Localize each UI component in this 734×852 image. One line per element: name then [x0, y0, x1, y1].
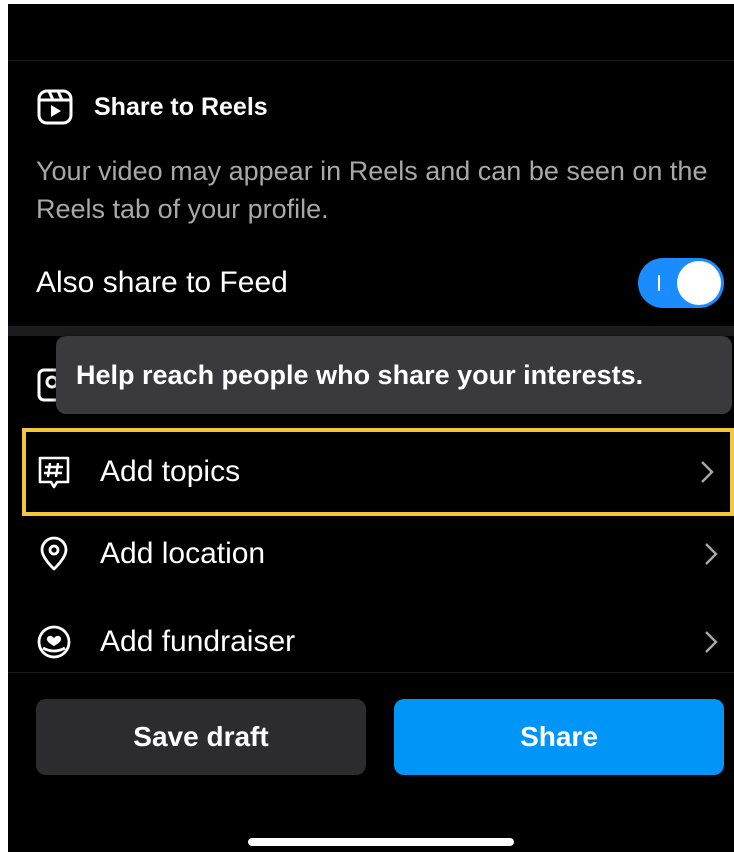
- topics-tooltip: Help reach people who share your interes…: [56, 336, 732, 414]
- reels-icon: [37, 89, 73, 125]
- share-to-reels-description: Your video may appear in Reels and can b…: [36, 156, 708, 224]
- save-draft-button[interactable]: Save draft: [36, 699, 366, 775]
- share-to-reels-header: Share to Reels: [36, 88, 268, 126]
- home-indicator: [248, 838, 514, 846]
- divider: [8, 672, 734, 673]
- add-fundraiser-label: Add fundraiser: [100, 625, 296, 658]
- chevron-right-icon: [705, 631, 718, 653]
- add-fundraiser-row[interactable]: Add fundraiser: [8, 602, 734, 682]
- add-topics-row[interactable]: Add topics: [22, 428, 734, 516]
- share-to-reels-title: Share to Reels: [94, 92, 268, 121]
- section-divider: [8, 326, 734, 336]
- toggle-knob: [677, 261, 721, 305]
- share-to-feed-toggle[interactable]: [638, 258, 724, 308]
- divider: [8, 60, 734, 61]
- hashtag-icon: [38, 456, 70, 489]
- chevron-right-icon: [701, 461, 714, 483]
- toggle-on-mark: [658, 275, 660, 291]
- add-topics-label: Add topics: [100, 455, 241, 488]
- location-pin-icon: [40, 536, 68, 571]
- fundraiser-icon: [37, 625, 71, 659]
- tooltip-text: Help reach people who share your interes…: [76, 359, 644, 390]
- screen: Share to Reels Your video may appear in …: [8, 4, 734, 852]
- share-to-feed-label: Also share to Feed: [36, 266, 288, 299]
- add-location-row[interactable]: Add location: [8, 514, 734, 594]
- share-button[interactable]: Share: [394, 699, 724, 775]
- add-location-label: Add location: [100, 537, 266, 570]
- share-to-feed-row: Also share to Feed: [36, 256, 724, 310]
- chevron-right-icon: [705, 543, 718, 565]
